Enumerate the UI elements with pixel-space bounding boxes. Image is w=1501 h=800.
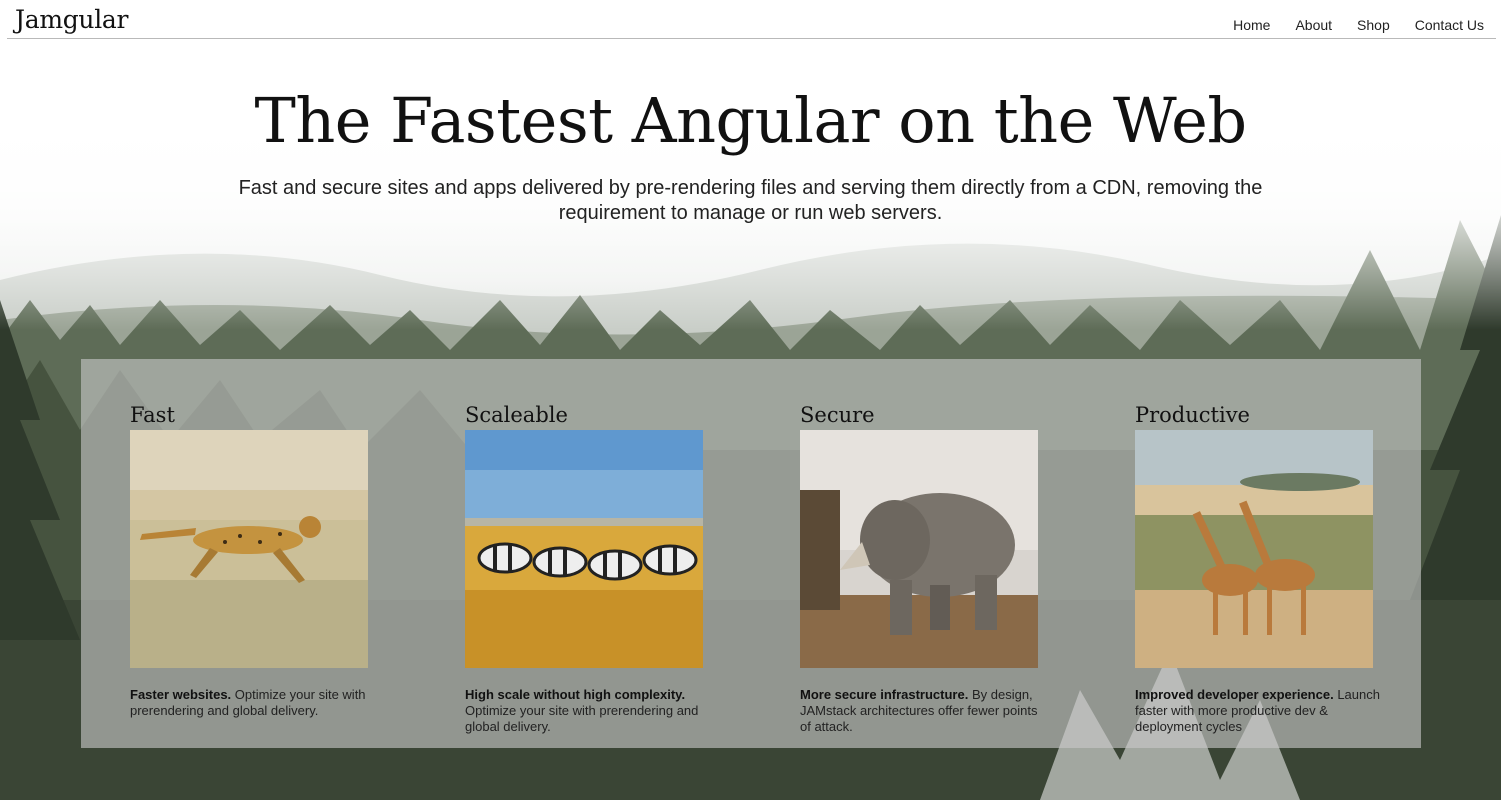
feature-description: High scale without high complexity. Opti…	[465, 687, 699, 734]
feature-description: Improved developer experience. Launch fa…	[1135, 687, 1380, 734]
hero-title: The Fastest Angular on the Web	[254, 84, 1247, 157]
giraffes-savanna-image	[1135, 430, 1373, 668]
hero-subtitle: Fast and secure sites and apps delivered…	[238, 177, 1263, 224]
nav-link-shop[interactable]: Shop	[1357, 17, 1390, 33]
feature-card-scaleable: Scaleable High scale without high comple…	[465, 401, 705, 735]
zebras-grassland-image	[465, 430, 703, 668]
feature-title: Fast	[130, 403, 175, 427]
feature-title: Productive	[1135, 403, 1250, 427]
feature-card-secure: Secure More secure infrastructure. By de…	[800, 401, 1040, 735]
rhino-image	[800, 430, 1038, 668]
top-navbar: Jamgular Home About Shop Contact Us	[7, 0, 1496, 39]
feature-title: Secure	[800, 403, 875, 427]
feature-description: More secure infrastructure. By design, J…	[800, 687, 1038, 734]
feature-card-fast: Fast Faster websites. Optimize your site…	[130, 401, 370, 719]
feature-title: Scaleable	[465, 403, 568, 427]
features-panel: Fast Faster websites. Optimize your site…	[81, 359, 1421, 748]
feature-card-productive: Productive Improved developer experience…	[1135, 401, 1380, 735]
feature-description: Faster websites. Optimize your site with…	[130, 687, 366, 718]
site-logo[interactable]: Jamgular	[15, 5, 129, 34]
nav-link-home[interactable]: Home	[1233, 17, 1270, 33]
cheetah-running-image	[130, 430, 368, 668]
nav-link-about[interactable]: About	[1295, 17, 1332, 33]
main-nav: Home About Shop Contact Us	[1208, 17, 1484, 33]
nav-link-contact-us[interactable]: Contact Us	[1415, 17, 1484, 33]
